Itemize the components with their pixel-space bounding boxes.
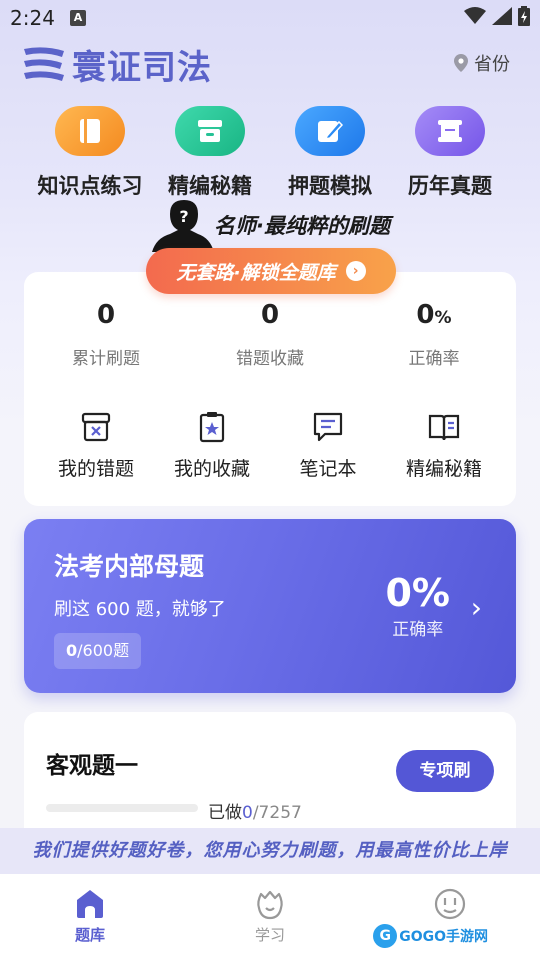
flame-icon	[257, 890, 283, 920]
home-icon	[77, 890, 103, 918]
tool-label: 笔记本	[299, 458, 357, 480]
done-prefix: 已做	[208, 803, 242, 823]
book-icon	[80, 119, 100, 143]
scroll-icon	[438, 120, 462, 142]
tool-my-favorites[interactable]: 我的收藏	[154, 410, 270, 481]
quick-label: 精编秘籍	[168, 174, 252, 198]
done-total: /7257	[252, 803, 302, 823]
tool-label: 我的错题	[57, 458, 134, 480]
logo-mark-icon	[24, 46, 64, 81]
tab-question-bank[interactable]: 题库	[0, 874, 180, 960]
quick-label: 历年真题	[408, 174, 492, 198]
quick-label: 知识点练习	[37, 174, 143, 198]
quick-icon-bg	[55, 106, 125, 156]
stats-row: 0 累计刷题 0 错题收藏 0% 正确率	[24, 300, 516, 369]
stat-total-practiced: 0 累计刷题	[24, 300, 188, 369]
tools-row: 我的错题 我的收藏 笔记本 精编秘籍	[24, 410, 516, 481]
quick-item-knowledge[interactable]: 知识点练习	[30, 106, 150, 200]
quick-menu: 知识点练习 精编秘籍 押题模拟 历年真题	[0, 106, 540, 200]
exam-card-accuracy: 0% 正确率	[385, 571, 450, 640]
slogan-banner: 我们提供好题好卷，您用心努力刷题，用最高性价比上岸	[0, 828, 540, 874]
exam-rate-value: 0%	[385, 571, 450, 615]
exam-card-title: 法考内部母题	[54, 552, 205, 581]
quick-item-past-exams[interactable]: 历年真题	[390, 106, 510, 200]
exam-done: 0	[66, 641, 78, 660]
core-questions-card[interactable]: 法考内部母题 刷这 600 题，就够了 0/600题 0% 正确率 ›	[24, 519, 516, 693]
tool-my-wrong[interactable]: 我的错题	[38, 410, 154, 481]
quick-icon-bg	[175, 106, 245, 156]
objective-progress-bar	[46, 804, 198, 812]
watermark-g-icon: G	[373, 924, 398, 948]
quick-label: 押题模拟	[288, 174, 372, 198]
battery-icon	[518, 6, 530, 26]
location-pin-icon	[454, 54, 468, 72]
done-value: 0	[242, 803, 253, 823]
brand-name: 寰证司法	[72, 48, 212, 88]
quick-icon-bg	[415, 106, 485, 156]
stat-value: 0	[96, 300, 116, 330]
status-bar: 2:24 A	[0, 0, 540, 36]
wrong-box-icon	[81, 412, 111, 442]
pencil-edit-icon	[318, 120, 343, 142]
tool-notebook[interactable]: 笔记本	[270, 410, 386, 481]
star-clipboard-icon	[199, 412, 225, 443]
unlock-all-label: 无套路·解锁全题库	[176, 261, 336, 284]
archive-box-icon	[198, 120, 222, 142]
province-selector[interactable]: 省份	[454, 50, 510, 76]
watermark-text: GOGO手游网	[399, 929, 488, 945]
tool-label: 精编秘籍	[405, 458, 482, 480]
stat-label: 错题收藏	[236, 349, 304, 369]
stats-card: 0 累计刷题 0 错题收藏 0% 正确率 我的错题 我的收藏 笔记本 精编秘籍	[24, 272, 516, 506]
chevron-right-icon: ›	[470, 591, 482, 624]
stat-wrong-saved: 0 错题收藏	[188, 300, 352, 369]
status-time: 2:24	[10, 6, 55, 30]
note-icon	[313, 412, 343, 442]
exam-total: /600题	[77, 641, 130, 660]
chevron-right-icon: ›	[345, 261, 366, 281]
signal-icon	[492, 7, 512, 25]
tool-secrets[interactable]: 精编秘籍	[386, 410, 502, 481]
quick-item-secrets[interactable]: 精编秘籍	[150, 106, 270, 200]
smiley-icon	[434, 888, 466, 920]
exam-card-subtitle: 刷这 600 题，就够了	[54, 599, 226, 620]
svg-text:?: ?	[179, 207, 188, 226]
notification-badge: A	[70, 10, 86, 26]
special-practice-button[interactable]: 专项刷	[396, 750, 494, 792]
status-icons	[464, 6, 530, 26]
exam-card-progress: 0/600题	[54, 633, 142, 669]
stat-label: 累计刷题	[72, 349, 140, 369]
objective-done-count: 已做0/7257	[208, 798, 302, 823]
stat-value: 0	[260, 300, 280, 330]
promo-tagline: 名师·最纯粹的刷题	[214, 214, 390, 238]
quick-item-mock[interactable]: 押题模拟	[270, 106, 390, 200]
quick-icon-bg	[295, 106, 365, 156]
watermark-logo: G GOGO手游网	[373, 924, 488, 948]
objective-title: 客观题一	[46, 753, 138, 779]
province-label: 省份	[474, 54, 510, 75]
brand-logo: 寰证司法	[22, 40, 212, 89]
exam-rate-label: 正确率	[392, 620, 444, 640]
stat-accuracy: 0% 正确率	[352, 300, 516, 369]
teacher-silhouette-icon: ?	[152, 200, 214, 252]
tool-label: 我的收藏	[173, 458, 250, 480]
wifi-icon	[464, 7, 486, 24]
unlock-all-button[interactable]: 无套路·解锁全题库 ›	[146, 248, 396, 294]
tab-label: 题库	[74, 926, 105, 944]
stat-label: 正确率	[408, 349, 460, 369]
open-book-icon	[428, 414, 460, 441]
tab-study[interactable]: 学习	[180, 874, 360, 960]
tab-label: 学习	[254, 926, 285, 944]
stat-unit: %	[434, 308, 452, 328]
stat-value: 0	[416, 300, 435, 330]
